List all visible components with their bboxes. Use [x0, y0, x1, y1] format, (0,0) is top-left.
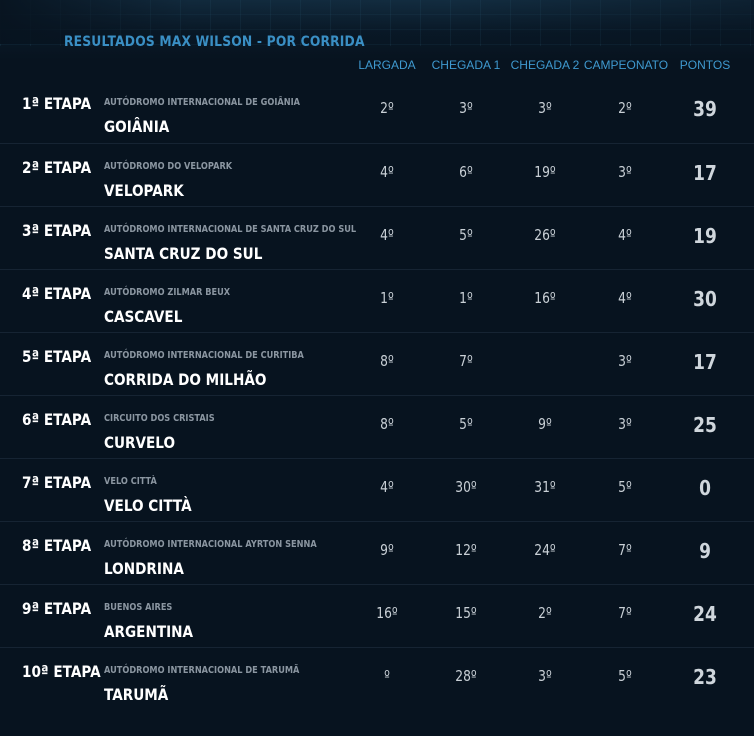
pontos-value: 0 [699, 476, 711, 500]
chegada-2-value: 2º [538, 604, 552, 622]
track-name: AUTÓDROMO INTERNACIONAL DE TARUMÃ [104, 665, 300, 676]
largada-value: º [384, 667, 390, 685]
table-row: 4ª ETAPA AUTÓDROMO ZILMAR BEUX CASCAVEL … [0, 269, 754, 332]
city-name: CASCAVEL [104, 307, 183, 326]
column-header-largada: LARGADA [358, 58, 416, 72]
largada-value: 4º [380, 163, 394, 181]
stage-label: 9ª ETAPA [22, 599, 92, 618]
column-header-campeonato: CAMPEONATO [583, 58, 669, 72]
city-name: CORRIDA DO MILHÃO [104, 370, 267, 389]
largada-value: 4º [380, 478, 394, 496]
chegada-2-value: 31º [534, 478, 556, 496]
campeonato-value: 7º [618, 604, 632, 622]
table-row: 6ª ETAPA CIRCUITO DOS CRISTAIS CURVELO 8… [0, 395, 754, 458]
stage-label: 7ª ETAPA [22, 473, 92, 492]
campeonato-value: 5º [618, 478, 632, 496]
track-name: AUTÓDROMO ZILMAR BEUX [104, 287, 231, 298]
chegada-2-value: 9º [538, 415, 552, 433]
stage-label: 8ª ETAPA [22, 536, 92, 555]
track-name: AUTÓDROMO INTERNACIONAL DE GOIÂNIA [104, 97, 300, 108]
stage-label: 5ª ETAPA [22, 347, 92, 366]
table-row: 10ª ETAPA AUTÓDROMO INTERNACIONAL DE TAR… [0, 647, 754, 710]
largada-value: 8º [380, 352, 394, 370]
track-name: AUTÓDROMO INTERNACIONAL AYRTON SENNA [104, 539, 317, 550]
chegada-1-value: 30º [455, 478, 477, 496]
campeonato-value: 4º [618, 289, 632, 307]
city-name: LONDRINA [104, 559, 184, 578]
campeonato-value: 5º [618, 667, 632, 685]
chegada-1-value: 3º [459, 99, 473, 117]
chegada-1-value: 6º [459, 163, 473, 181]
column-header-chegada-1: CHEGADA 1 [431, 58, 501, 72]
largada-value: 16º [376, 604, 398, 622]
column-header-chegada-2: CHEGADA 2 [510, 58, 580, 72]
campeonato-value: 7º [618, 541, 632, 559]
track-name: AUTÓDROMO INTERNACIONAL DE CURITIBA [104, 350, 304, 361]
chegada-2-value: 3º [538, 99, 552, 117]
chegada-2-value: 3º [538, 667, 552, 685]
chegada-2-value: 16º [534, 289, 556, 307]
track-name: VELO CITTÀ [104, 476, 157, 487]
stage-label: 2ª ETAPA [22, 158, 92, 177]
largada-value: 1º [380, 289, 394, 307]
pontos-value: 25 [693, 413, 717, 437]
chegada-2-value: 26º [534, 226, 556, 244]
track-name: AUTÓDROMO INTERNACIONAL DE SANTA CRUZ DO… [104, 224, 357, 235]
chegada-1-value: 12º [455, 541, 477, 559]
chegada-2-value: 24º [534, 541, 556, 559]
stage-label: 3ª ETAPA [22, 221, 92, 240]
pontos-value: 17 [693, 350, 717, 374]
campeonato-value: 3º [618, 352, 632, 370]
stage-label: 1ª ETAPA [22, 94, 92, 113]
table-row: 1ª ETAPA AUTÓDROMO INTERNACIONAL DE GOIÂ… [0, 80, 754, 143]
column-header-pontos: PONTOS [679, 58, 731, 72]
track-name: BUENOS AIRES [104, 602, 173, 613]
campeonato-value: 4º [618, 226, 632, 244]
largada-value: 4º [380, 226, 394, 244]
pontos-value: 30 [693, 287, 717, 311]
city-name: TARUMÃ [104, 685, 169, 704]
results-table: 1ª ETAPA AUTÓDROMO INTERNACIONAL DE GOIÂ… [0, 80, 754, 710]
pontos-value: 23 [693, 665, 717, 689]
campeonato-value: 2º [618, 99, 632, 117]
track-name: CIRCUITO DOS CRISTAIS [104, 413, 215, 424]
chegada-1-value: 5º [459, 226, 473, 244]
table-row: 7ª ETAPA VELO CITTÀ VELO CITTÀ 4º 30º 31… [0, 458, 754, 521]
pontos-value: 39 [693, 97, 717, 121]
chegada-1-value: 1º [459, 289, 473, 307]
chegada-1-value: 7º [459, 352, 473, 370]
city-name: SANTA CRUZ DO SUL [104, 244, 263, 263]
city-name: VELOPARK [104, 181, 184, 200]
pontos-value: 9 [699, 539, 711, 563]
largada-value: 8º [380, 415, 394, 433]
chegada-1-value: 28º [455, 667, 477, 685]
stage-label: 4ª ETAPA [22, 284, 92, 303]
chegada-1-value: 15º [455, 604, 477, 622]
pontos-value: 19 [693, 224, 717, 248]
campeonato-value: 3º [618, 163, 632, 181]
table-row: 5ª ETAPA AUTÓDROMO INTERNACIONAL DE CURI… [0, 332, 754, 395]
track-name: AUTÓDROMO DO VELOPARK [104, 161, 233, 172]
chegada-1-value: 5º [459, 415, 473, 433]
table-row: 9ª ETAPA BUENOS AIRES ARGENTINA 16º 15º … [0, 584, 754, 647]
largada-value: 2º [380, 99, 394, 117]
pontos-value: 17 [693, 161, 717, 185]
table-row: 3ª ETAPA AUTÓDROMO INTERNACIONAL DE SANT… [0, 206, 754, 269]
stage-label: 6ª ETAPA [22, 410, 92, 429]
table-row: 8ª ETAPA AUTÓDROMO INTERNACIONAL AYRTON … [0, 521, 754, 584]
city-name: VELO CITTÀ [104, 496, 192, 515]
city-name: CURVELO [104, 433, 176, 452]
city-name: GOIÂNIA [104, 117, 170, 136]
chegada-2-value: 19º [534, 163, 556, 181]
pontos-value: 24 [693, 602, 717, 626]
table-row: 2ª ETAPA AUTÓDROMO DO VELOPARK VELOPARK … [0, 143, 754, 206]
city-name: ARGENTINA [104, 622, 194, 641]
campeonato-value: 3º [618, 415, 632, 433]
stage-label: 10ª ETAPA [22, 662, 101, 681]
largada-value: 9º [380, 541, 394, 559]
page-title: RESULTADOS MAX WILSON - POR CORRIDA [64, 34, 365, 50]
